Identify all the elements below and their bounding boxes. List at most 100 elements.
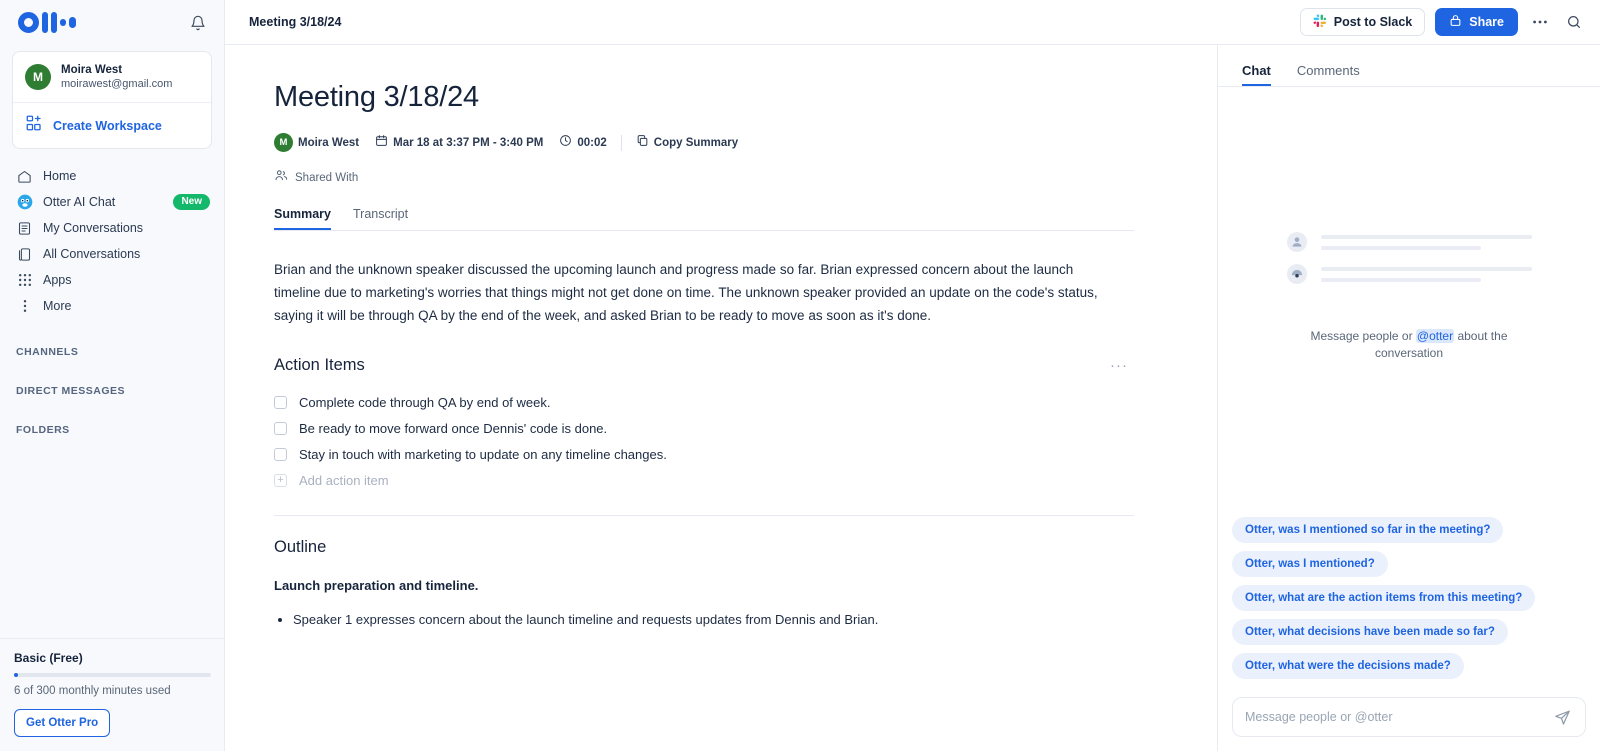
section-direct-messages[interactable]: DIRECT MESSAGES: [0, 385, 224, 397]
chat-panel: Chat Comments Message people or @otter a…: [1218, 45, 1600, 751]
sidebar-item-more[interactable]: More: [8, 293, 216, 319]
chat-composer-box[interactable]: [1232, 697, 1586, 737]
profile-card[interactable]: M Moira West moirawest@gmail.com Create …: [12, 51, 212, 149]
add-action-item-row[interactable]: + Add action item: [274, 467, 1134, 493]
duration: 00:02: [577, 136, 607, 149]
otter-logo-bar-4: [69, 17, 76, 28]
otter-logo[interactable]: [18, 12, 76, 33]
shared-with-label: Shared With: [295, 171, 359, 184]
sidebar-nav: Home Otter AI Chat New My Conversations: [0, 163, 224, 319]
sidebar-item-my-conversations[interactable]: My Conversations: [8, 215, 216, 241]
lock-icon: [1449, 14, 1462, 30]
section-channels[interactable]: CHANNELS: [0, 346, 224, 358]
usage-text: 6 of 300 monthly minutes used: [14, 685, 171, 697]
post-to-slack-button[interactable]: Post to Slack: [1299, 8, 1426, 36]
otter-mention: @otter: [1415, 329, 1455, 343]
create-workspace-label: Create Workspace: [53, 118, 162, 133]
profile-row[interactable]: M Moira West moirawest@gmail.com: [13, 52, 211, 102]
action-items-header: Action Items ···: [274, 356, 1134, 375]
sidebar-item-otter-ai-chat[interactable]: Otter AI Chat New: [8, 189, 216, 215]
suggestion-chip[interactable]: Otter, was I mentioned so far in the mee…: [1232, 517, 1504, 543]
chat-empty-state: Message people or @otter about the conve…: [1218, 232, 1600, 362]
document-pane: Meeting 3/18/24 M Moira West Mar 18 at 3…: [225, 45, 1218, 751]
skeleton-row: [1286, 232, 1532, 252]
shared-with-button[interactable]: Shared With: [274, 168, 1134, 187]
sidebar-item-apps[interactable]: Apps: [8, 267, 216, 293]
skeleton-line: [1320, 235, 1532, 239]
suggestion-chip[interactable]: Otter, what decisions have been made so …: [1232, 619, 1508, 645]
top-bar-actions: Post to Slack Share: [1299, 8, 1586, 36]
slack-icon: [1313, 14, 1327, 31]
copy-summary-button[interactable]: Copy Summary: [636, 134, 738, 152]
people-icon: [274, 168, 288, 187]
action-item-label: Stay in touch with marketing to update o…: [299, 446, 667, 462]
apps-grid-icon: [16, 272, 33, 289]
action-item-label: Be ready to move forward once Dennis' co…: [299, 420, 608, 436]
notifications-bell-icon[interactable]: [186, 11, 210, 35]
tab-comments[interactable]: Comments: [1297, 63, 1360, 86]
more-vertical-icon: [16, 298, 33, 315]
action-items-list: Complete code through QA by end of week.…: [274, 389, 1134, 493]
sidebar-item-more-label: More: [43, 299, 72, 313]
suggestion-chip[interactable]: Otter, was I mentioned?: [1232, 551, 1388, 577]
action-item-checkbox[interactable]: [274, 447, 287, 461]
sidebar-item-all-conversations[interactable]: All Conversations: [8, 241, 216, 267]
search-icon[interactable]: [1562, 10, 1586, 34]
action-item-row[interactable]: Complete code through QA by end of week.: [274, 389, 1134, 415]
otter-avatar-icon: [1286, 264, 1307, 284]
skeleton-line: [1320, 246, 1481, 250]
usage-progress-fill: [14, 673, 18, 677]
section-divider: [274, 515, 1134, 516]
suggestion-chip[interactable]: Otter, what are the action items from th…: [1232, 585, 1536, 611]
outline-bullets: Speaker 1 expresses concern about the la…: [274, 610, 1134, 630]
send-icon[interactable]: [1551, 706, 1573, 728]
create-workspace-icon: [25, 114, 43, 137]
otter-logo-bar-3: [60, 19, 66, 26]
avatar: M: [25, 64, 51, 90]
tab-summary[interactable]: Summary: [274, 207, 331, 230]
owner-name: Moira West: [298, 136, 360, 149]
outline-topic: Launch preparation and timeline.: [274, 578, 479, 593]
meeting-date: Mar 18 at 3:37 PM - 3:40 PM: [393, 136, 544, 149]
all-conversations-icon: [16, 246, 33, 263]
plan-label: Basic (Free): [14, 651, 83, 665]
action-item-row[interactable]: Stay in touch with marketing to update o…: [274, 441, 1134, 467]
copy-summary-label: Copy Summary: [653, 136, 739, 149]
get-otter-pro-button[interactable]: Get Otter Pro: [14, 709, 111, 737]
action-item-label: Complete code through QA by end of week.: [299, 394, 551, 410]
profile-email: moirawest@gmail.com: [61, 78, 173, 90]
share-label: Share: [1469, 15, 1504, 29]
action-items-heading: Action Items: [274, 356, 365, 374]
sidebar-header: [0, 0, 224, 45]
share-button[interactable]: Share: [1435, 8, 1518, 36]
tab-transcript[interactable]: Transcript: [353, 207, 408, 230]
action-item-checkbox[interactable]: [274, 421, 287, 435]
tab-chat[interactable]: Chat: [1242, 63, 1271, 86]
app-root: M Moira West moirawest@gmail.com Create …: [0, 0, 1600, 751]
section-folders[interactable]: FOLDERS: [0, 424, 224, 436]
action-item-row[interactable]: Be ready to move forward once Dennis' co…: [274, 415, 1134, 441]
meta-row: M Moira West Mar 18 at 3:37 PM - 3:40 PM: [274, 133, 1134, 152]
new-badge: New: [173, 194, 210, 210]
skeleton-line: [1320, 267, 1532, 271]
meta-date: Mar 18 at 3:37 PM - 3:40 PM: [375, 134, 543, 152]
skeleton-lines: [1320, 264, 1532, 282]
breadcrumb-title: Meeting 3/18/24: [249, 15, 342, 29]
action-item-checkbox[interactable]: [274, 395, 287, 409]
owner-avatar: M: [274, 133, 293, 152]
meta-duration: 00:02: [559, 134, 607, 152]
chat-message-input[interactable]: [1245, 710, 1551, 724]
more-options-icon[interactable]: [1528, 10, 1552, 34]
sidebar: M Moira West moirawest@gmail.com Create …: [0, 0, 225, 751]
add-action-item-label: Add action item: [299, 472, 389, 488]
home-icon: [16, 168, 33, 185]
top-bar: Meeting 3/18/24 Post to Slack Share: [225, 0, 1600, 45]
sidebar-item-home[interactable]: Home: [8, 163, 216, 189]
plus-icon[interactable]: +: [274, 473, 287, 487]
suggestion-chip[interactable]: Otter, what were the decisions made?: [1232, 653, 1464, 679]
create-workspace-button[interactable]: Create Workspace: [13, 102, 211, 148]
chat-suggestions: Otter, was I mentioned so far in the mee…: [1218, 517, 1600, 687]
sidebar-item-apps-label: Apps: [43, 273, 72, 287]
action-items-more-icon[interactable]: ···: [1110, 357, 1134, 374]
meta-owner: M Moira West: [274, 133, 359, 152]
